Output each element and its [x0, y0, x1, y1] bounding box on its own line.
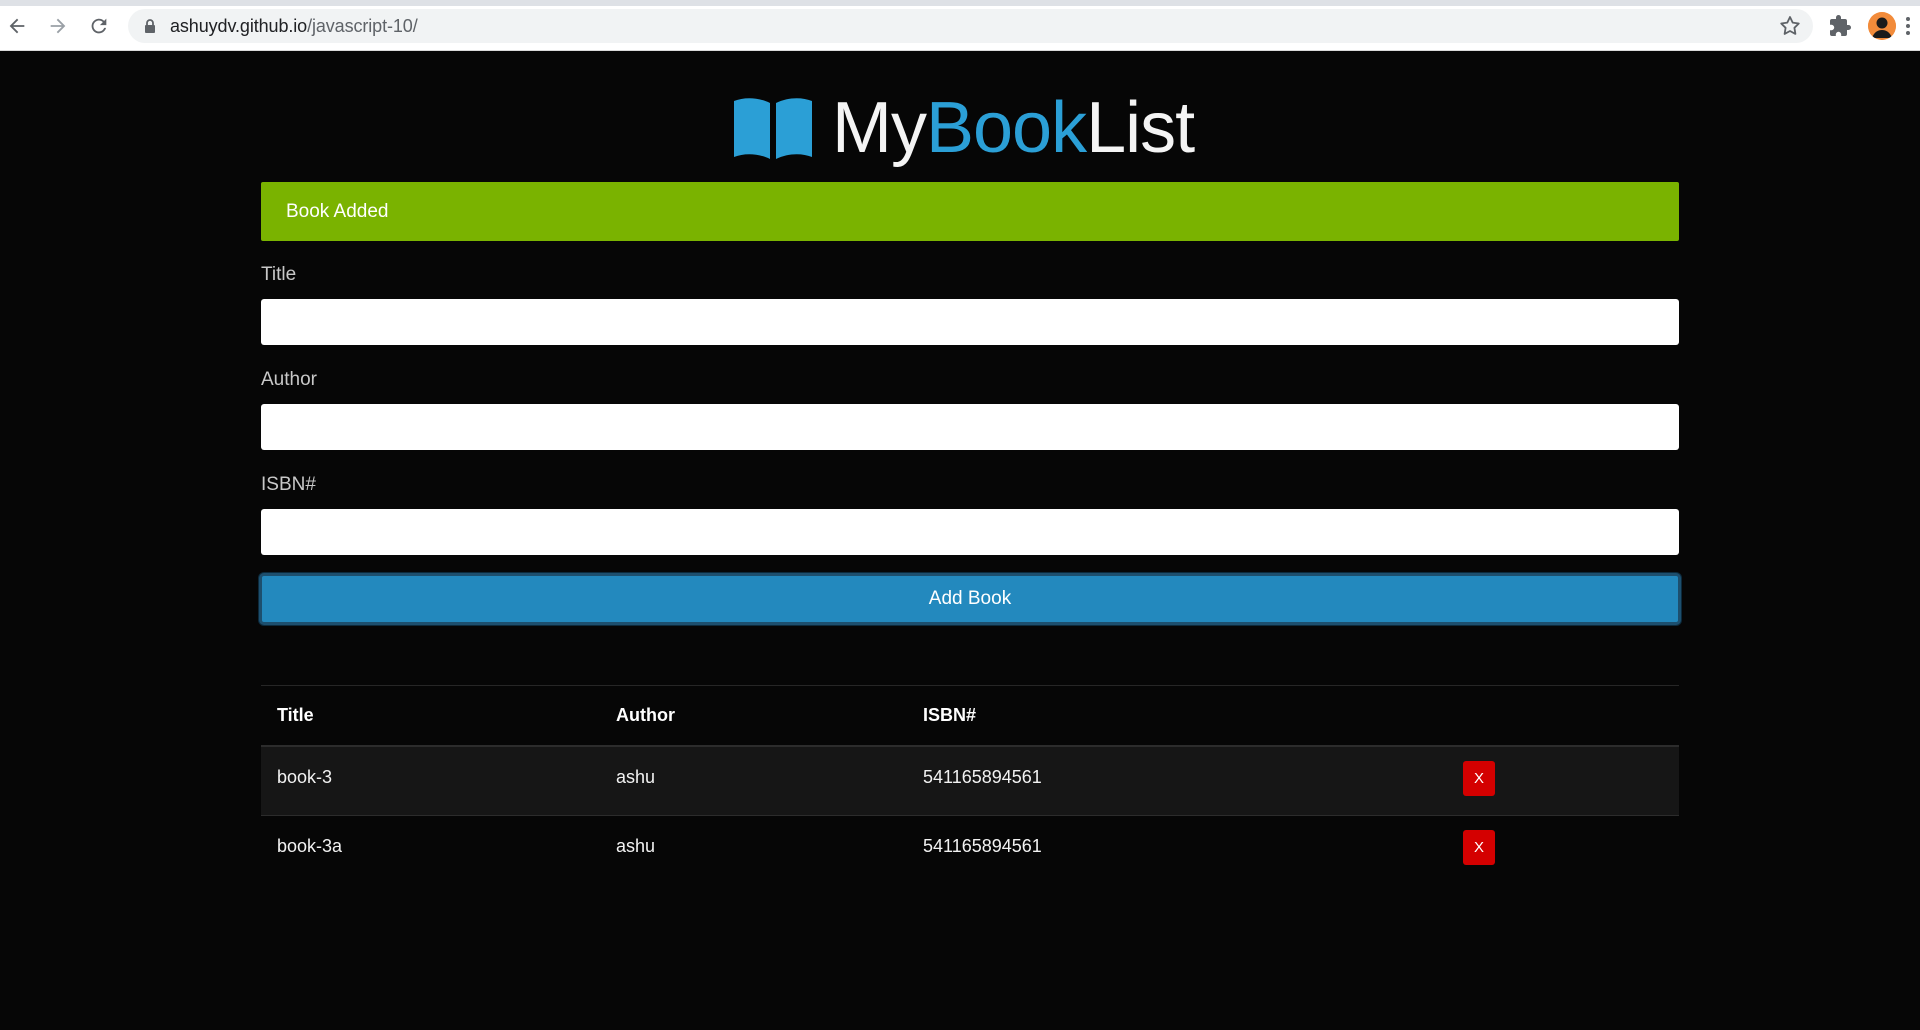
more-menu-icon[interactable] — [1904, 14, 1912, 38]
cell-author: ashu — [600, 745, 907, 816]
header-actions — [1447, 685, 1679, 747]
open-book-icon — [734, 98, 812, 159]
title-input[interactable] — [261, 299, 1679, 345]
table-row: book-3 ashu 541165894561 X — [261, 745, 1679, 816]
cell-actions: X — [1447, 745, 1679, 816]
success-alert: Book Added — [261, 182, 1679, 241]
arrow-left-icon — [9, 18, 25, 34]
book-list-table: Title Author ISBN# book-3 ashu 541165894… — [261, 685, 1679, 886]
delete-button[interactable]: X — [1463, 830, 1495, 865]
browser-toolbar: ashuydv.github.io/javascript-10/ — [0, 0, 1920, 51]
brand-name: MyBookList — [832, 88, 1195, 168]
author-label: Author — [261, 369, 317, 390]
profile-avatar[interactable] — [1868, 12, 1896, 40]
reload-icon — [91, 18, 107, 34]
cell-isbn: 541165894561 — [907, 745, 1447, 816]
cell-author: ashu — [600, 815, 907, 886]
forward-button[interactable] — [45, 13, 71, 39]
url-path: /javascript-10/ — [307, 16, 418, 36]
title-label: Title — [261, 264, 297, 285]
page-body: MyBookList Book Added Title Author ISBN#… — [0, 52, 1920, 1030]
bookmark-star-icon[interactable] — [1778, 14, 1802, 38]
url-text[interactable]: ashuydv.github.io/javascript-10/ — [170, 16, 418, 37]
lock-icon — [145, 19, 155, 33]
isbn-label: ISBN# — [261, 474, 316, 495]
extensions-icon[interactable] — [1828, 14, 1852, 38]
brand-list: List — [1086, 88, 1195, 168]
header-title: Title — [261, 685, 600, 747]
arrow-right-icon — [50, 18, 66, 34]
add-book-button[interactable]: Add Book — [259, 573, 1681, 625]
header-author: Author — [600, 685, 907, 747]
delete-button[interactable]: X — [1463, 760, 1495, 796]
isbn-input[interactable] — [261, 509, 1679, 555]
table-header-row: Title Author ISBN# — [261, 685, 1679, 747]
table-row: book-3a ashu 541165894561 X — [261, 815, 1679, 886]
cell-actions: X — [1447, 815, 1679, 886]
reload-button[interactable] — [86, 13, 112, 39]
cell-isbn: 541165894561 — [907, 815, 1447, 886]
brand-my: My — [832, 88, 927, 168]
cell-title: book-3a — [261, 815, 600, 886]
back-button[interactable] — [4, 13, 30, 39]
header-isbn: ISBN# — [907, 685, 1447, 747]
brand-book: Book — [925, 88, 1087, 168]
page-title: MyBookList — [732, 88, 1195, 168]
tab-strip — [0, 0, 1920, 6]
user-avatar-icon — [1868, 12, 1896, 40]
url-host: ashuydv.github.io — [170, 16, 308, 36]
author-input[interactable] — [261, 404, 1679, 450]
cell-title: book-3 — [261, 745, 600, 816]
